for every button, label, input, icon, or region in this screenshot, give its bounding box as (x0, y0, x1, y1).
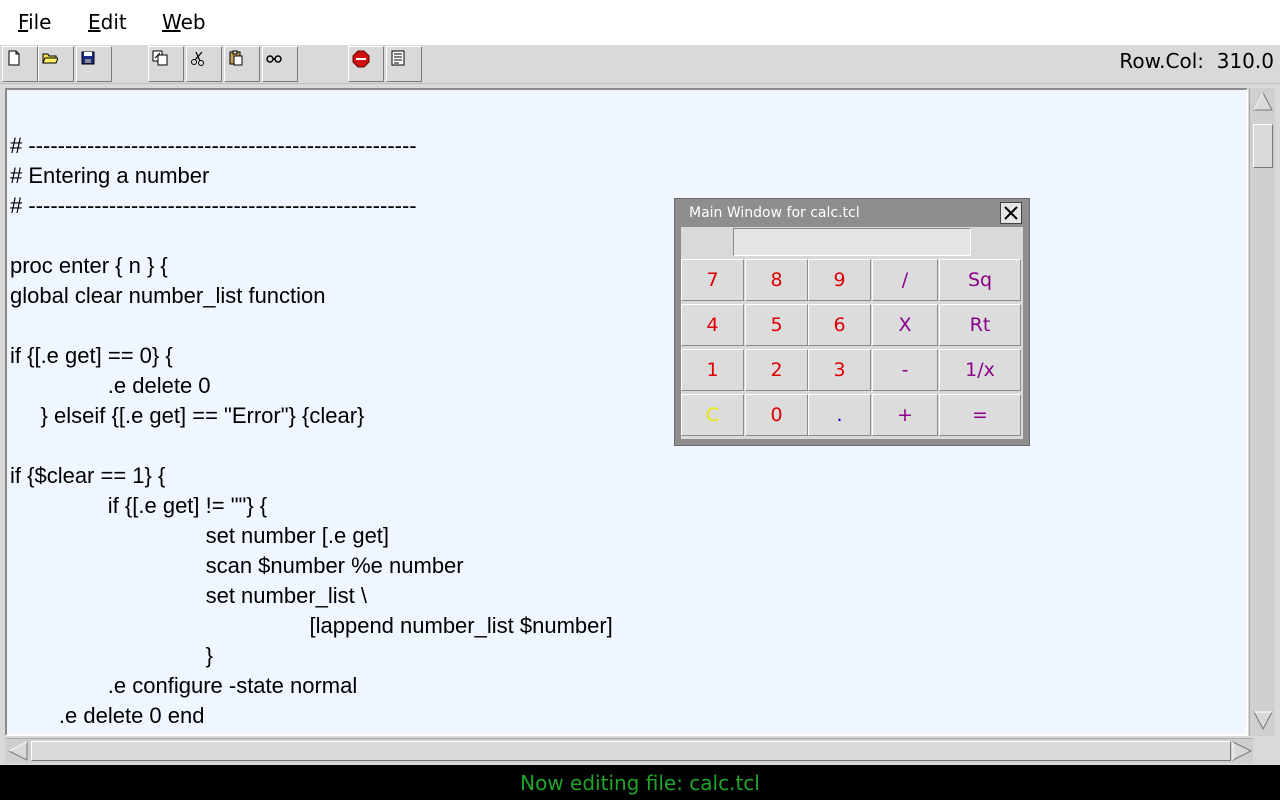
calc-key[interactable]: Sq (939, 259, 1021, 301)
scroll-down-arrow-icon[interactable] (1252, 710, 1274, 732)
calc-key[interactable]: . (808, 394, 871, 436)
toolbar: Row.Col: 310.0 (0, 45, 1280, 84)
open-file-button[interactable] (38, 46, 74, 82)
code-line: if {$clear == 1} { (10, 463, 166, 488)
calc-key[interactable]: 8 (745, 259, 808, 301)
code-line: [lappend number_list $number] (10, 613, 613, 638)
code-line: global clear number_list function (10, 283, 326, 308)
find-button[interactable] (262, 46, 298, 82)
vertical-scrollbar[interactable] (1249, 88, 1275, 736)
calc-key[interactable]: 6 (808, 304, 871, 346)
cut-scissors-icon (191, 51, 204, 66)
calculator-body: 7 8 9/Sq 4 5 6 X Rt 1 2 3-1/x C 0. + = (681, 227, 1023, 439)
calc-key[interactable]: - (872, 349, 938, 391)
menu-edit[interactable]: Edit (88, 10, 127, 34)
calc-key[interactable]: X (872, 304, 938, 346)
menu-file[interactable]: File (18, 10, 51, 34)
calc-key[interactable]: C (681, 394, 744, 436)
code-line: .e delete 0 (10, 373, 211, 398)
status-message: Now editing file: calc.tcl (520, 771, 760, 795)
stop-icon (352, 50, 370, 68)
close-window-button[interactable] (1000, 202, 1022, 224)
code-line: proc enter { n } { (10, 253, 168, 278)
paste-icon (229, 50, 243, 66)
calc-key[interactable]: 1 (681, 349, 744, 391)
code-line: } elseif {[.e get] == "Error"} {clear} (10, 403, 365, 428)
calc-key[interactable]: 7 (681, 259, 744, 301)
new-file-button[interactable] (2, 46, 38, 82)
menu-web-mnemonic: W (162, 10, 181, 34)
calc-key[interactable]: 2 (745, 349, 808, 391)
calculator-window-title: Main Window for calc.tcl (689, 205, 860, 221)
code-line: .e configure -state normal (10, 673, 358, 698)
code-line: if {[.e get] == 0} { (10, 343, 173, 368)
calculator-window[interactable]: Main Window for calc.tcl 7 8 9/Sq 4 5 6 X Rt 1 2 3… (674, 198, 1030, 446)
status-bar: Now editing file: calc.tcl (0, 765, 1280, 800)
calculator-display[interactable] (733, 228, 971, 256)
calc-key[interactable]: 1/x (939, 349, 1021, 391)
close-icon (1004, 206, 1018, 220)
calc-key[interactable]: 9 (808, 259, 871, 301)
horizontal-scrollbar[interactable] (5, 738, 1253, 763)
code-line: .e delete 0 end (10, 703, 205, 728)
menu-bar: File Edit Web (0, 0, 1280, 45)
save-file-button[interactable] (76, 46, 112, 82)
calc-key[interactable]: / (872, 259, 938, 301)
menu-file-mnemonic: F (18, 10, 29, 34)
copy-button[interactable] (148, 46, 184, 82)
vertical-scroll-thumb[interactable] (1253, 124, 1273, 168)
calc-key[interactable]: Rt (939, 304, 1021, 346)
code-editor[interactable]: # --------------------------------------… (5, 88, 1248, 736)
code-line: scan $number %e number (10, 553, 464, 578)
code-line: # --------------------------------------… (10, 133, 417, 158)
code-line: # Entering a number (10, 163, 210, 188)
paste-button[interactable] (224, 46, 260, 82)
menu-web[interactable]: Web (162, 10, 206, 34)
scroll-right-arrow-icon[interactable] (1231, 740, 1253, 762)
cut-button[interactable] (186, 46, 222, 82)
calc-key[interactable]: 5 (745, 304, 808, 346)
scroll-left-arrow-icon[interactable] (7, 740, 29, 762)
calc-key[interactable]: 3 (808, 349, 871, 391)
code-line: } (10, 643, 213, 668)
menu-web-label: eb (180, 10, 206, 34)
calc-key[interactable]: 4 (681, 304, 744, 346)
calc-key[interactable]: + (872, 394, 938, 436)
new-file-icon (8, 50, 20, 66)
copy-icon (152, 50, 168, 66)
editor-application: File Edit Web Row.Col: 310.0 # ---------… (0, 0, 1280, 800)
code-line: # --------------------------------------… (10, 193, 417, 218)
scroll-up-arrow-icon[interactable] (1252, 90, 1274, 112)
calc-key[interactable]: 0 (745, 394, 808, 436)
code-line: set number [.e get] (10, 523, 390, 548)
code-line: if {[.e get] != ""} { (10, 493, 268, 518)
row-col-label: Row.Col: (1119, 49, 1205, 73)
menu-file-label: ile (28, 10, 52, 34)
open-folder-icon (42, 53, 58, 64)
code-line: set number_list \ (10, 583, 367, 608)
document-button[interactable] (386, 46, 422, 82)
menu-edit-mnemonic: E (88, 10, 101, 34)
calc-key[interactable]: = (939, 394, 1021, 436)
row-col-indicator: Row.Col: 310.0 (1119, 49, 1274, 73)
document-icon (391, 50, 405, 66)
stop-button[interactable] (348, 46, 384, 82)
horizontal-scroll-thumb[interactable] (31, 741, 1231, 761)
row-col-value: 310.0 (1216, 49, 1274, 73)
menu-edit-label: dit (100, 10, 127, 34)
code-text[interactable]: # --------------------------------------… (10, 131, 613, 731)
find-binoculars-icon (266, 55, 282, 63)
save-disk-icon (81, 51, 95, 65)
